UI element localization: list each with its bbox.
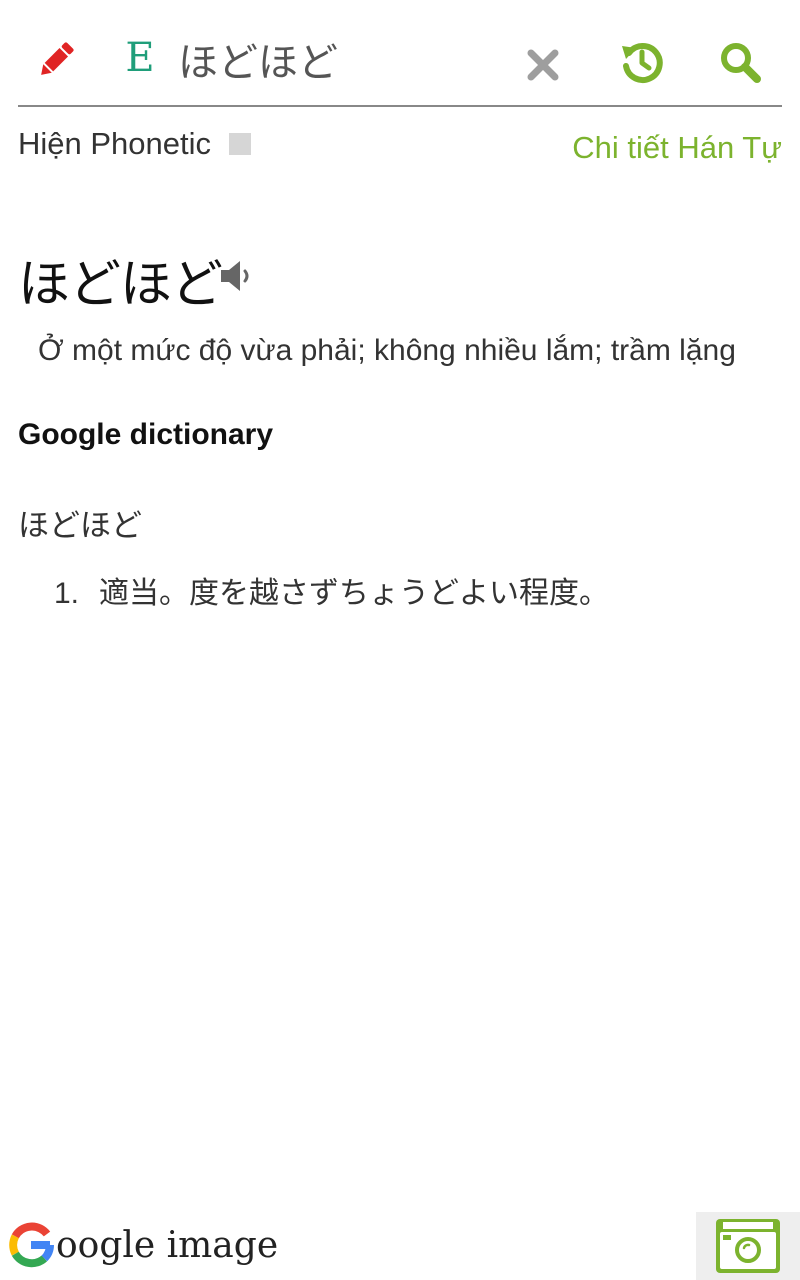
definition-item: 1. 適当。度を越さずちょうどよい程度。 bbox=[54, 568, 609, 612]
google-dictionary-title: Google dictionary bbox=[18, 418, 274, 451]
toolbar-divider bbox=[18, 105, 782, 107]
bottom-bar: oogle image bbox=[0, 1210, 800, 1280]
camera-icon bbox=[716, 1219, 780, 1273]
search-icon[interactable] bbox=[712, 34, 768, 90]
google-image-label: oogle image bbox=[56, 1224, 279, 1266]
search-input[interactable] bbox=[178, 28, 508, 90]
google-image-button[interactable]: oogle image bbox=[8, 1218, 278, 1272]
google-dictionary-word: ほどほど bbox=[18, 508, 142, 544]
history-icon[interactable] bbox=[614, 34, 670, 90]
google-g-icon bbox=[9, 1222, 54, 1268]
show-phonetic-toggle[interactable]: Hiện Phonetic bbox=[18, 124, 252, 164]
definition-number: 1. bbox=[54, 577, 80, 610]
entry-meaning: Ở một mức độ vừa phải; không nhiều lắm; … bbox=[38, 334, 736, 367]
language-toggle-button[interactable]: E bbox=[118, 30, 162, 86]
camera-button[interactable] bbox=[696, 1212, 800, 1280]
search-toolbar: E bbox=[0, 0, 800, 108]
han-tu-detail-link[interactable]: Chi tiết Hán Tự bbox=[572, 130, 782, 166]
show-phonetic-label: Hiện Phonetic bbox=[18, 126, 212, 161]
entry-word: ほどほど bbox=[18, 255, 223, 315]
speaker-icon[interactable] bbox=[218, 256, 262, 300]
show-phonetic-checkbox[interactable] bbox=[229, 133, 252, 155]
pencil-icon[interactable] bbox=[30, 36, 82, 84]
close-icon[interactable] bbox=[516, 38, 570, 92]
definition-text: 適当。度を越さずちょうどよい程度。 bbox=[99, 576, 610, 611]
